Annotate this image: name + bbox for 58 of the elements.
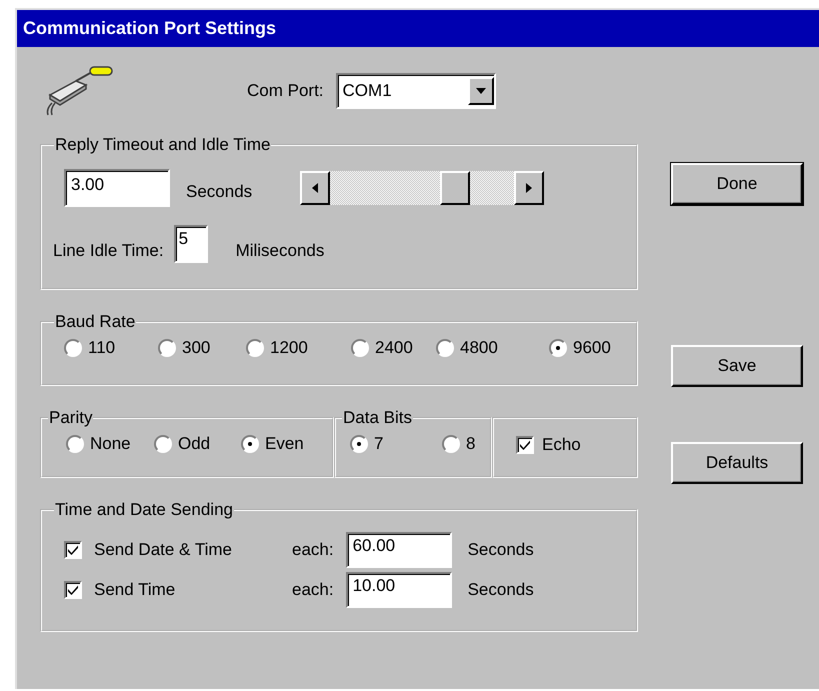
radio-label: 9600 [573,338,611,358]
dialog-button[interactable]: Done [671,163,803,205]
checkbox-label: Send Time [94,580,176,600]
caret-icon [476,88,486,94]
checkbox[interactable] [64,581,82,599]
radio-label: 2400 [375,338,413,358]
checkbox-label: Echo [542,435,581,455]
unit-label: Seconds [468,580,534,600]
dialog-button[interactable]: Save [671,345,803,387]
radio-button[interactable] [350,435,368,453]
slider-thumb[interactable] [440,171,470,205]
radio-button[interactable] [66,435,84,453]
radio-label: 300 [182,338,210,358]
window-title: Communication Port Settings [17,10,819,47]
radio-label: 110 [88,338,116,358]
com-port-label: Com Port: [247,81,324,101]
radio-label: Odd [178,434,210,454]
checkbox-label: Send Date & Time [94,540,233,560]
radio-label: Even [265,434,304,454]
radio-button[interactable] [64,339,82,357]
radio-button[interactable] [351,339,369,357]
timeout-slider[interactable] [300,171,544,205]
radio-label: 1200 [270,338,308,358]
group-title: Parity [48,408,94,428]
check-icon [67,584,79,596]
radio-label: 4800 [460,338,498,358]
group-title: Data Bits [342,408,413,428]
idle-time-field[interactable]: 5 [174,225,208,263]
checkbox[interactable] [64,541,82,559]
unit-label: Seconds [186,182,252,202]
left-arrow-icon [312,183,318,193]
radio-label: 8 [466,434,476,454]
interval-field[interactable]: 60.00 [346,532,452,568]
right-arrow-icon [526,183,532,193]
interval-field[interactable]: 10.00 [346,572,452,608]
check-icon [519,439,531,451]
checkbox[interactable] [516,436,534,454]
radio-button[interactable] [442,435,460,453]
radio-button[interactable] [154,435,172,453]
com-port-dropdown[interactable]: COM1 [336,73,496,109]
radio-button[interactable] [246,339,264,357]
check-icon [67,544,79,556]
each-label: each: [292,580,334,600]
group-title: Baud Rate [54,312,136,332]
timeout-field[interactable]: 3.00 [64,169,170,207]
group-title: Reply Timeout and Idle Time [54,135,272,155]
radio-label: 7 [374,434,384,454]
idle-time-label: Line Idle Time: [53,241,164,261]
radio-button[interactable] [241,435,259,453]
radio-button[interactable] [158,339,176,357]
radio-button[interactable] [549,339,567,357]
dialog-button[interactable]: Defaults [671,442,803,484]
group-title: Time and Date Sending [54,500,234,520]
unit-label: Seconds [468,540,534,560]
each-label: each: [292,540,334,560]
radio-button[interactable] [436,339,454,357]
radio-label: None [90,434,131,454]
unit-label: Miliseconds [236,241,324,261]
